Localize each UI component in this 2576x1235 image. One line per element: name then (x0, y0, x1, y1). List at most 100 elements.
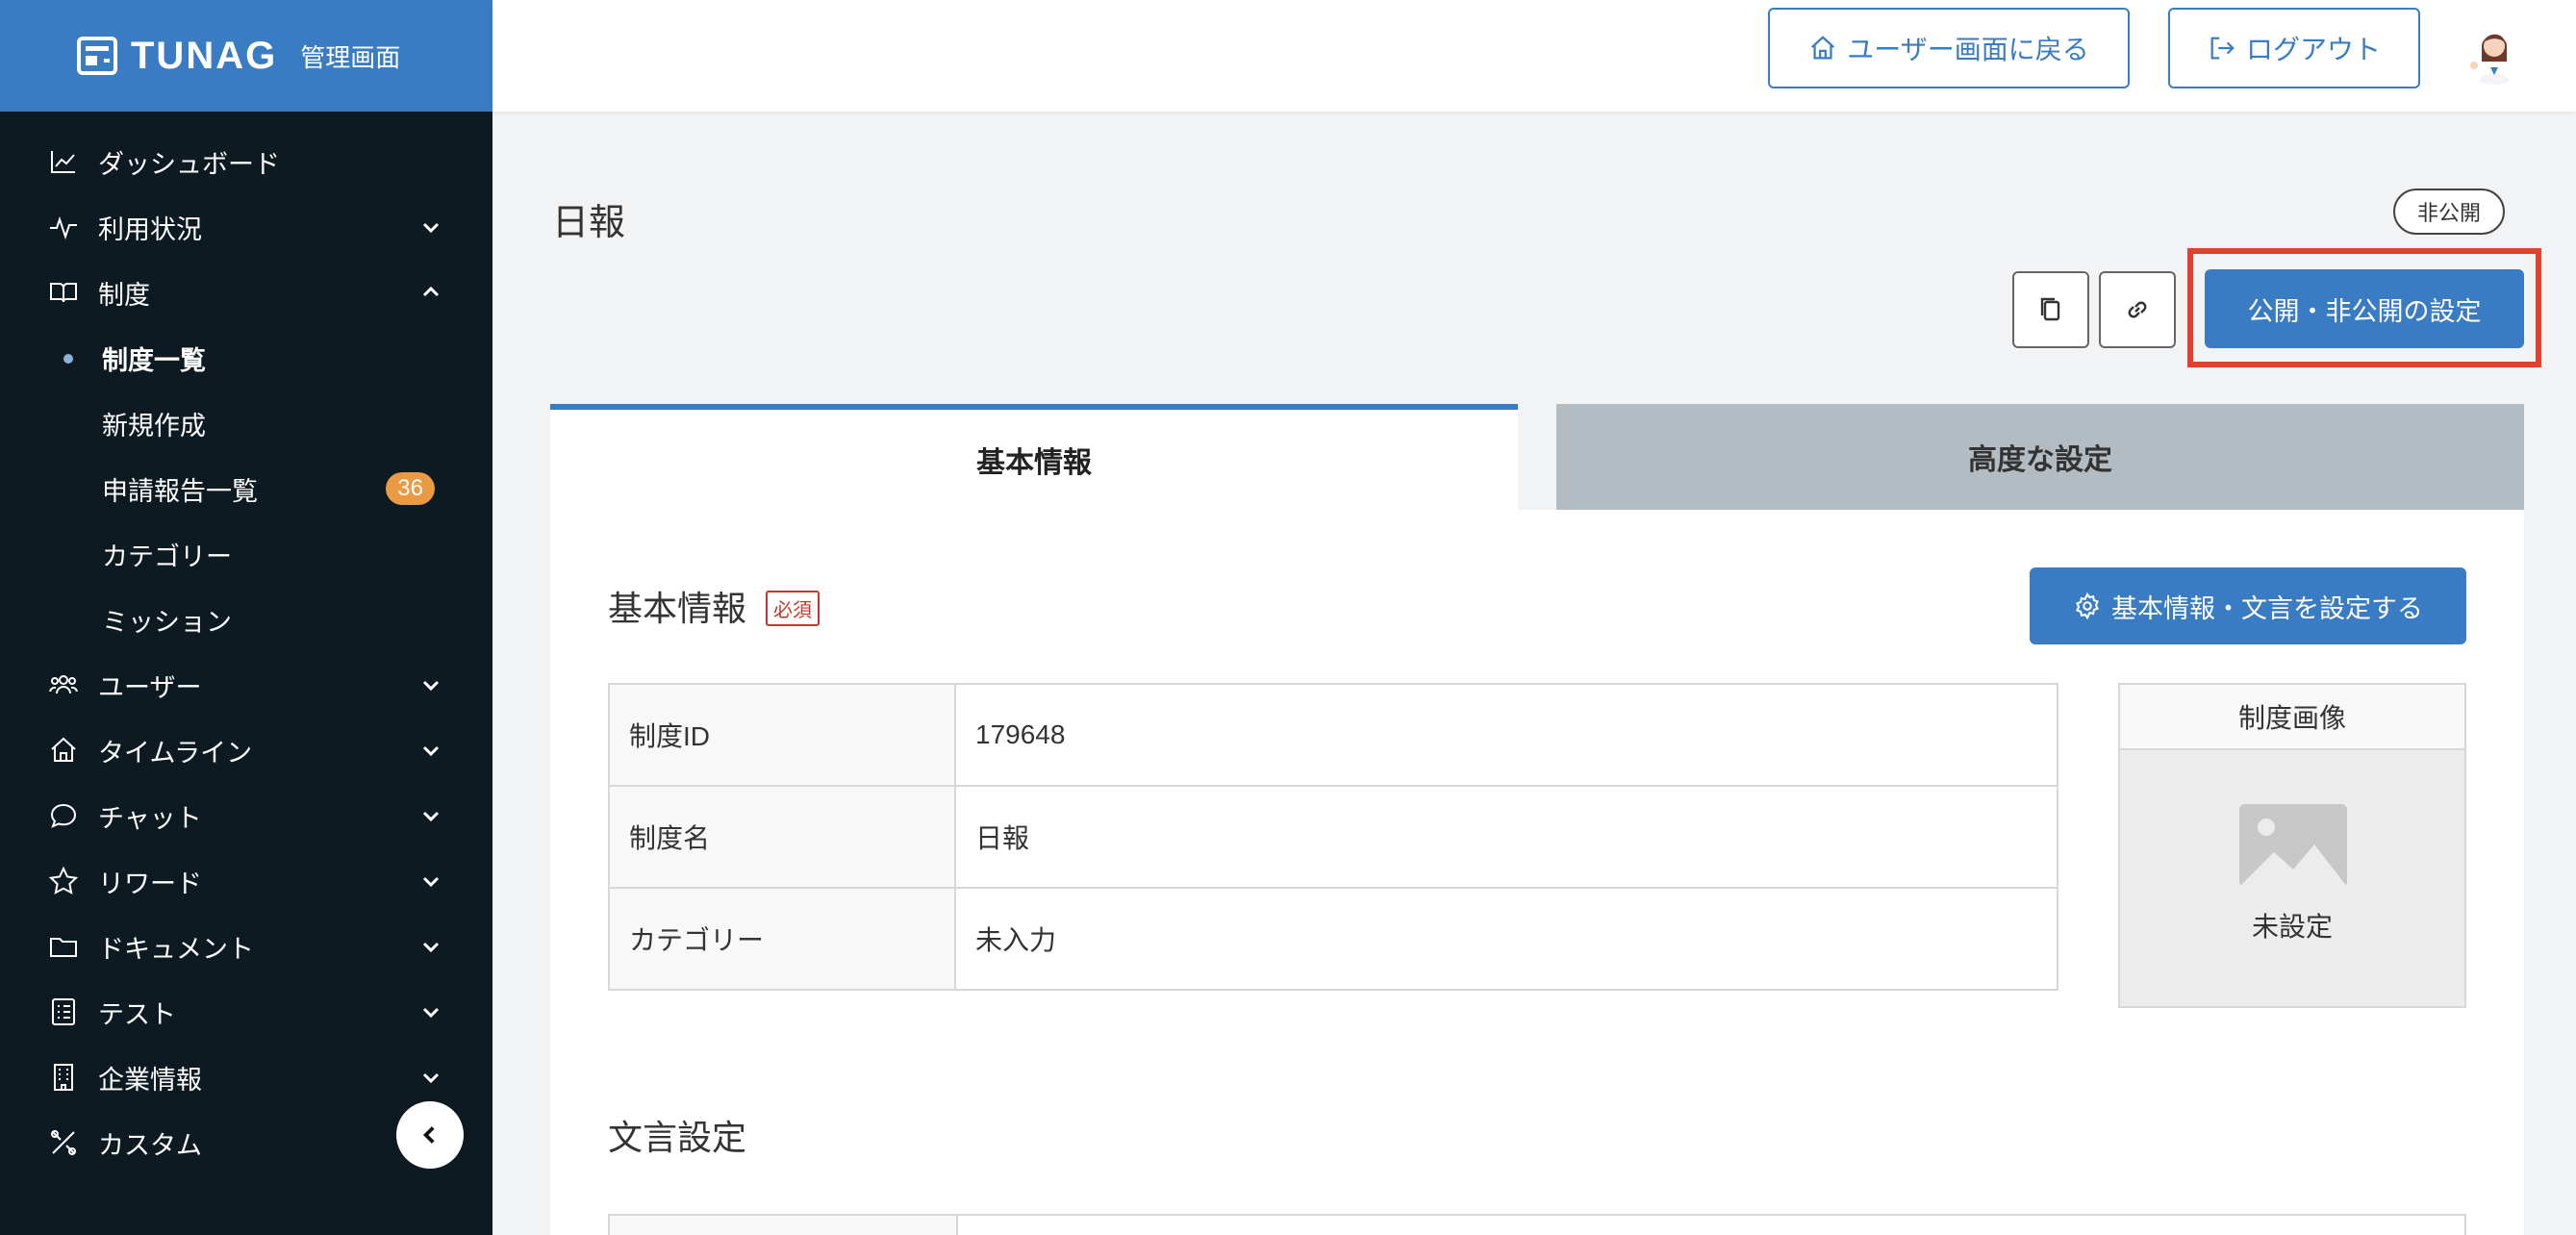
wording-table-key-column (610, 1216, 958, 1235)
copy-icon (2040, 297, 2060, 321)
chat-bubble-icon (48, 800, 79, 831)
building-icon (48, 1062, 79, 1093)
sidebar-item-users[interactable]: ユーザー (0, 652, 492, 718)
copy-button[interactable] (2012, 271, 2089, 348)
system-image-header: 制度画像 (2120, 685, 2464, 750)
sidebar-item-label: ダッシュボード (98, 149, 280, 179)
back-to-user-screen-button[interactable]: ユーザー画面に戻る (1768, 8, 2130, 88)
users-icon (48, 669, 79, 700)
row-key: カテゴリー (608, 887, 956, 991)
sidebar-subitem-label: 新規作成 (102, 411, 206, 441)
chart-line-icon (48, 146, 79, 177)
back-to-user-screen-label: ユーザー画面に戻る (1847, 35, 2089, 64)
sidebar-collapse-button[interactable] (396, 1101, 464, 1169)
sidebar-subitem-label: ミッション (102, 607, 232, 637)
sidebar-item-label: ドキュメント (98, 934, 254, 964)
publish-settings-button[interactable]: 公開・非公開の設定 (2205, 269, 2524, 348)
sidebar-item-label: ユーザー (98, 672, 202, 702)
logout-button[interactable]: ログアウト (2168, 8, 2420, 88)
brand-name: TUNAG (131, 34, 278, 77)
logout-icon (2210, 37, 2235, 60)
chevron-down-icon (419, 804, 442, 827)
table-row: カテゴリー 未入力 (608, 887, 2058, 991)
copy-link-button[interactable] (2099, 271, 2176, 348)
chevron-down-icon (419, 1000, 442, 1023)
sidebar-subitem-label: 申請報告一覧 (102, 476, 258, 506)
basic-settings-label: 基本情報・文言を設定する (2111, 593, 2423, 623)
table-row: 制度名 日報 (608, 785, 2058, 889)
row-value: 日報 (954, 785, 2058, 889)
image-placeholder-icon (2239, 804, 2347, 887)
chevron-down-icon (419, 215, 442, 239)
row-value: 未入力 (954, 887, 2058, 991)
sidebar-nav: ダッシュボード 利用状況 制度 制度一覧 新規作成 申請報告一覧 36 カテゴリ… (0, 129, 492, 1175)
home-icon (48, 735, 79, 766)
page-title: 日報 (552, 203, 626, 243)
star-icon (48, 866, 79, 896)
sidebar-subitem-label: 制度一覧 (102, 345, 206, 375)
basic-settings-button[interactable]: 基本情報・文言を設定する (2030, 567, 2466, 644)
sidebar-item-chat[interactable]: チャット (0, 783, 492, 848)
sidebar-item-label: 企業情報 (98, 1065, 202, 1095)
chevron-down-icon (419, 673, 442, 696)
required-badge: 必須 (766, 591, 820, 626)
tab-advanced-settings[interactable]: 高度な設定 (1556, 404, 2524, 510)
sidebar-item-label: テスト (98, 999, 176, 1029)
home-icon (1811, 36, 1835, 60)
system-image-caption: 未設定 (2251, 912, 2333, 942)
sidebar-item-timeline[interactable]: タイムライン (0, 718, 492, 783)
sidebar: TUNAG 管理画面 ダッシュボード 利用状況 制度 制度一覧 新規作成 申請報… (0, 0, 492, 1235)
link-icon (2128, 301, 2147, 318)
sidebar-subitem-system-list[interactable]: 制度一覧 (0, 325, 492, 391)
section-title-wording: 文言設定 (608, 1118, 747, 1157)
tab-basic-info[interactable]: 基本情報 (550, 404, 1518, 510)
row-key: 制度ID (608, 683, 956, 787)
sidebar-item-dashboard[interactable]: ダッシュボード (0, 129, 492, 194)
count-badge: 36 (386, 472, 435, 505)
row-key: 制度名 (608, 785, 956, 889)
sidebar-item-test[interactable]: テスト (0, 979, 492, 1045)
basic-info-table: 制度ID 179648 制度名 日報 カテゴリー 未入力 (608, 683, 2058, 991)
top-header: ユーザー画面に戻る ログアウト (492, 0, 2576, 112)
sidebar-item-label: カスタム (98, 1130, 202, 1160)
sidebar-item-system[interactable]: 制度 (0, 260, 492, 325)
activity-icon (48, 212, 79, 242)
chevron-left-icon (422, 1126, 435, 1144)
logout-label: ログアウト (2245, 35, 2381, 64)
status-badge: 非公開 (2393, 189, 2505, 235)
chevron-down-icon (419, 935, 442, 958)
sidebar-item-company[interactable]: 企業情報 (0, 1045, 492, 1110)
row-value: 179648 (954, 683, 2058, 787)
brand-header[interactable]: TUNAG 管理画面 (0, 0, 492, 112)
sidebar-subitem-applications[interactable]: 申請報告一覧 36 (0, 456, 492, 521)
sidebar-item-label: タイムライン (98, 738, 253, 768)
sidebar-item-usage[interactable]: 利用状況 (0, 194, 492, 260)
sidebar-item-label: リワード (98, 869, 202, 898)
sidebar-subitem-category[interactable]: カテゴリー (0, 521, 492, 587)
active-dot-icon (63, 354, 73, 364)
sidebar-subitem-mission[interactable]: ミッション (0, 587, 492, 652)
brand-subtitle: 管理画面 (300, 42, 401, 72)
gear-icon (2075, 592, 2100, 620)
checklist-icon (48, 996, 79, 1027)
tools-icon (48, 1127, 79, 1158)
folder-icon (48, 931, 79, 962)
chevron-up-icon (419, 281, 442, 304)
book-icon (48, 277, 79, 308)
sidebar-item-label: チャット (98, 803, 202, 833)
section-title-basic: 基本情報 (608, 589, 747, 628)
sidebar-item-reward[interactable]: リワード (0, 848, 492, 914)
sidebar-subitem-label: カテゴリー (102, 542, 232, 571)
tunag-logo-icon (77, 37, 117, 75)
chevron-down-icon (419, 870, 442, 893)
system-image-box: 制度画像 未設定 (2118, 683, 2466, 1008)
sidebar-subitem-new[interactable]: 新規作成 (0, 391, 492, 456)
chevron-down-icon (419, 1066, 442, 1089)
sidebar-item-document[interactable]: ドキュメント (0, 914, 492, 979)
avatar[interactable] (2461, 17, 2528, 85)
sidebar-item-label: 制度 (98, 280, 150, 310)
wording-table (608, 1214, 2466, 1235)
chevron-down-icon (419, 739, 442, 762)
table-row: 制度ID 179648 (608, 683, 2058, 787)
sidebar-item-label: 利用状況 (98, 214, 202, 244)
